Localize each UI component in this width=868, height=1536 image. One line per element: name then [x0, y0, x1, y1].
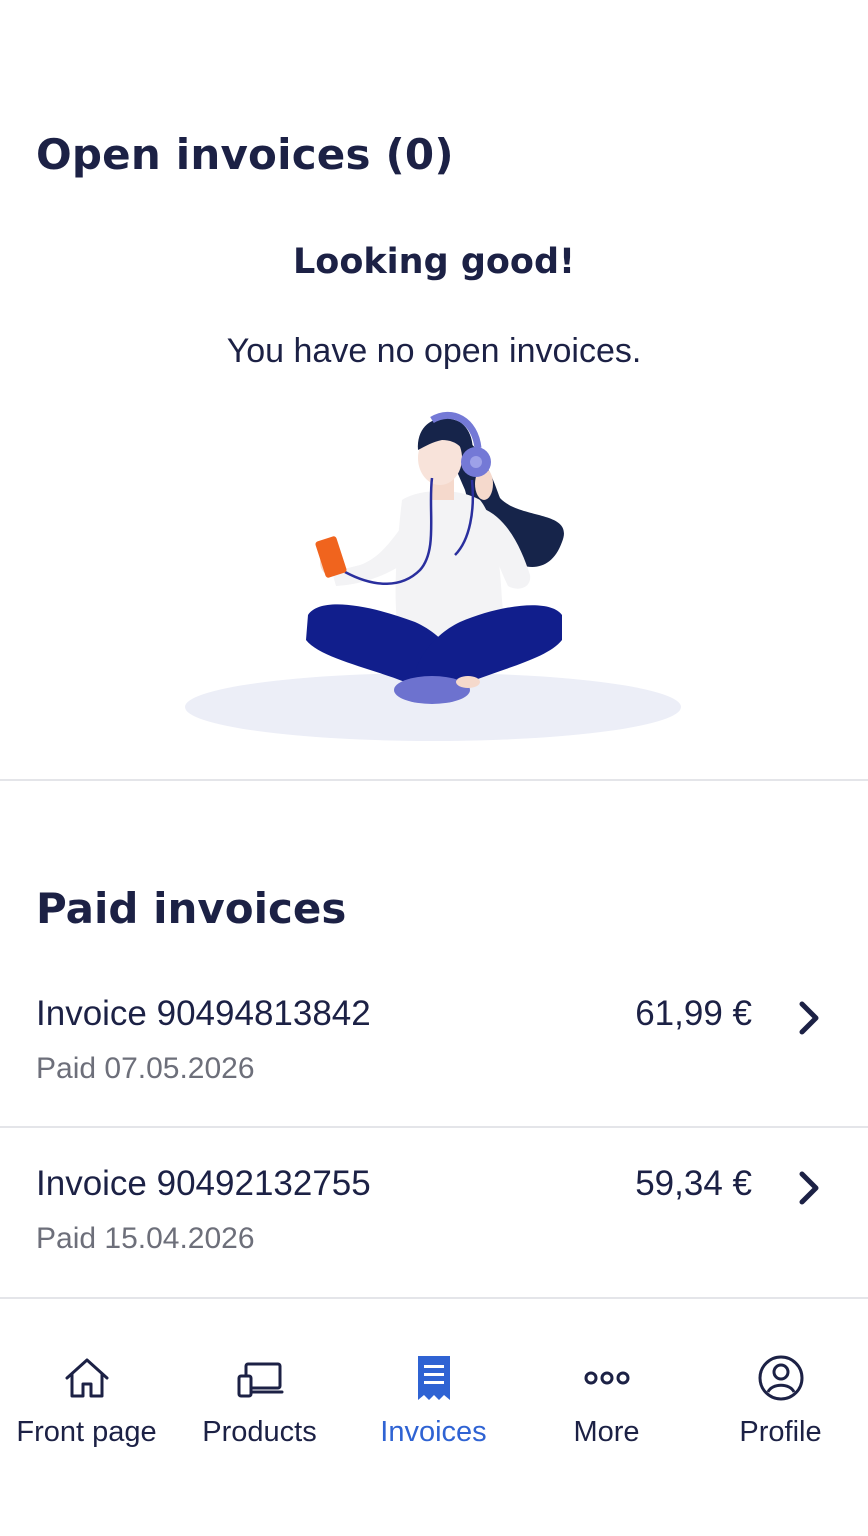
nav-item-more[interactable]: More: [520, 1352, 693, 1462]
empty-state-message: You have no open invoices.: [226, 332, 642, 370]
section-divider: [0, 779, 868, 781]
user-circle-icon: [758, 1355, 803, 1401]
invoice-paid-date: Paid 07.05.2026: [36, 1052, 255, 1085]
nav-divider: [0, 1297, 868, 1299]
devices-icon: [237, 1362, 283, 1398]
invoice-row[interactable]: Invoice 90494813842 Paid 07.05.2026 61,9…: [0, 970, 868, 1138]
invoice-name: Invoice 90492132755: [36, 1164, 371, 1203]
more-dots-icon: [584, 1371, 629, 1385]
nav-item-profile[interactable]: Profile: [694, 1352, 867, 1462]
paid-invoices-title: Paid invoices: [36, 884, 347, 933]
row-divider: [0, 1126, 868, 1128]
bottom-navigation: Front page Products Invoices More Profil…: [0, 1300, 868, 1536]
invoice-row[interactable]: Invoice 90492132755 Paid 15.04.2026 59,3…: [0, 1140, 868, 1308]
nav-label-invoices: Invoices: [380, 1416, 487, 1448]
nav-label-front-page: Front page: [16, 1416, 157, 1448]
receipt-icon: [417, 1356, 450, 1400]
nav-item-products[interactable]: Products: [173, 1352, 346, 1462]
invoice-amount: 61,99 €: [635, 994, 752, 1033]
chevron-right-icon: [799, 1171, 819, 1205]
nav-item-invoices[interactable]: Invoices: [347, 1352, 520, 1462]
invoice-amount: 59,34 €: [635, 1164, 752, 1203]
chevron-right-icon: [799, 1001, 819, 1035]
invoice-name: Invoice 90494813842: [36, 994, 371, 1033]
empty-state-heading: Looking good!: [293, 242, 575, 282]
open-invoices-title: Open invoices (0): [36, 130, 454, 179]
woman-listening-music-illustration: [185, 411, 681, 741]
invoice-paid-date: Paid 15.04.2026: [36, 1222, 255, 1255]
nav-label-profile: Profile: [739, 1416, 822, 1448]
home-icon: [65, 1358, 108, 1398]
nav-label-products: Products: [202, 1416, 317, 1448]
nav-item-front-page[interactable]: Front page: [0, 1352, 173, 1462]
nav-label-more: More: [573, 1416, 640, 1448]
